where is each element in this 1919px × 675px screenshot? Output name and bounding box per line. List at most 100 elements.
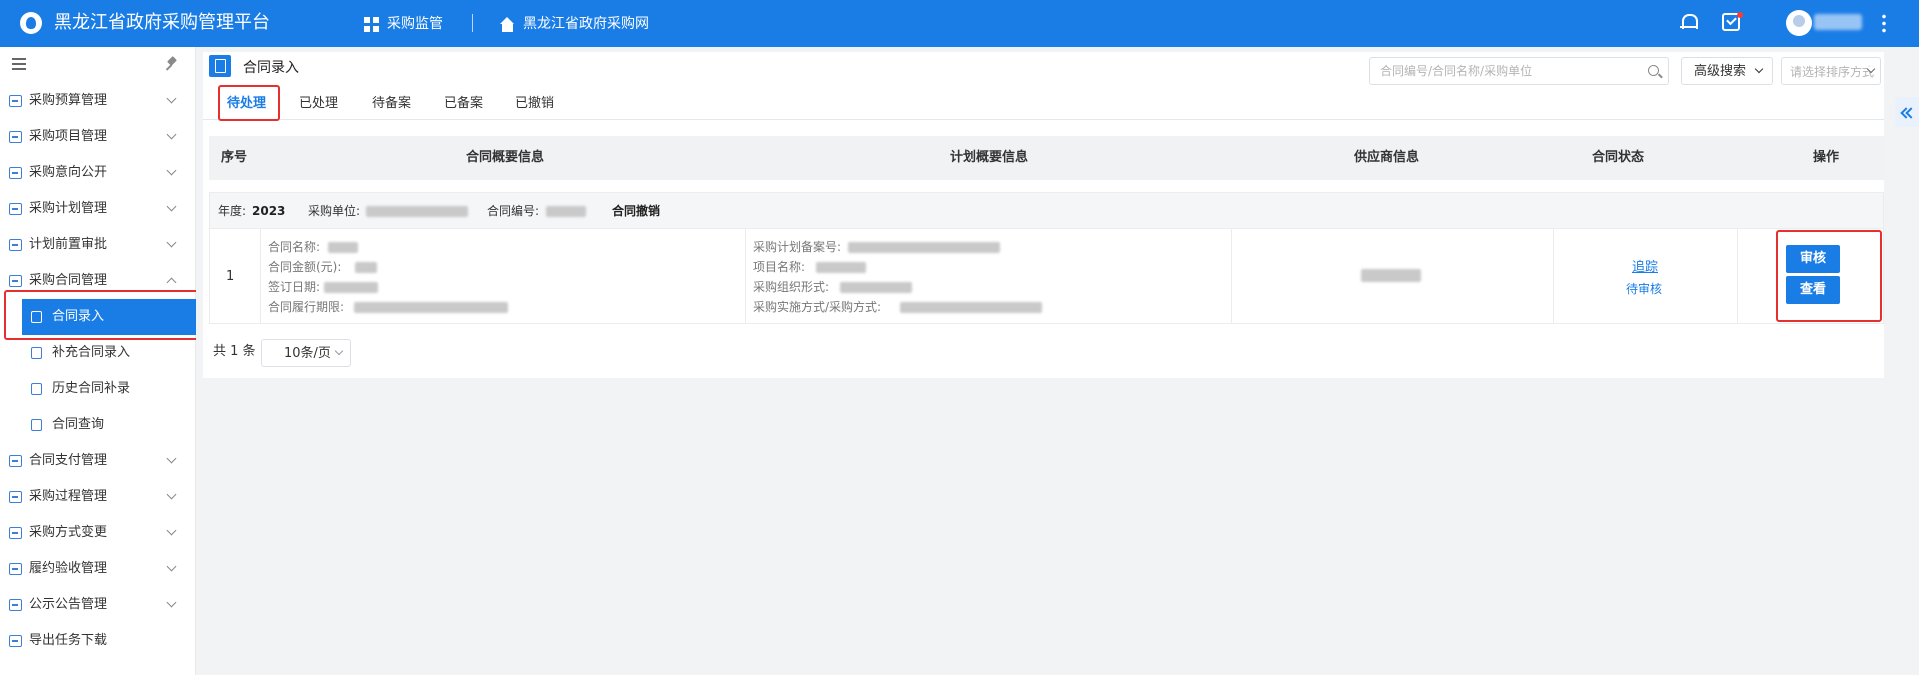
sidebar: 采购预算管理 采购项目管理 采购意向公开 采购计划管理 计划前置审批 采购合同管… — [0, 47, 196, 675]
purchasing-unit-redacted — [366, 206, 468, 217]
chevron-down-icon — [166, 561, 177, 572]
page-size-select[interactable]: 10条/页 — [261, 339, 351, 367]
plan-icon — [9, 203, 22, 215]
sidebar-subitem-history-contract[interactable]: 历史合同补录 — [0, 371, 196, 407]
tab-processed[interactable]: 已处理 — [299, 88, 338, 120]
status-badge: 待审核 — [1626, 282, 1663, 296]
contract-code-redacted — [546, 206, 586, 217]
column-header-index: 序号 — [221, 150, 248, 165]
user-avatar[interactable] — [1786, 10, 1812, 36]
total-count: 共 1 条 — [213, 344, 256, 359]
top-bar: 黑龙江省政府采购管理平台 采购监管 黑龙江省政府采购网 — [0, 0, 1919, 47]
year-value: 2023 — [252, 204, 286, 218]
sidebar-item-intention[interactable]: 采购意向公开 — [0, 155, 196, 191]
signing-date-label: 签订日期: — [268, 280, 321, 294]
pin-icon[interactable] — [166, 57, 178, 71]
sidebar-item-export-download[interactable]: 导出任务下载 — [0, 623, 196, 659]
user-name-redacted[interactable] — [1814, 14, 1862, 30]
review-button[interactable]: 审核 — [1786, 245, 1840, 273]
contract-name-label: 合同名称: — [268, 240, 321, 254]
sort-select[interactable]: 请选择排序方式 — [1781, 57, 1881, 85]
chevron-down-icon — [166, 93, 177, 104]
contract-amount-redacted — [355, 262, 377, 273]
main-content: 合同录入 合同编号/合同名称/采购单位 高级搜索 请选择排序方式 待处理 已处理… — [196, 47, 1919, 675]
menu-toggle-icon[interactable] — [12, 58, 26, 70]
sidebar-item-plan[interactable]: 采购计划管理 — [0, 191, 196, 227]
contract-page-icon — [209, 55, 231, 77]
track-link[interactable]: 追踪 — [1632, 260, 1658, 276]
contract-code-label: 合同编号: — [487, 204, 540, 218]
sidebar-item-announcement[interactable]: 公示公告管理 — [0, 587, 196, 623]
sidebar-subitem-contract-entry[interactable]: 合同录入 — [0, 299, 196, 335]
chevron-down-icon — [166, 453, 177, 464]
chevron-up-icon — [166, 277, 177, 288]
contract-term-redacted — [354, 302, 508, 313]
supplier-info-redacted — [1361, 269, 1421, 282]
sidebar-item-acceptance[interactable]: 履约验收管理 — [0, 551, 196, 587]
sidebar-header — [0, 47, 196, 81]
sidebar-item-process[interactable]: 采购过程管理 — [0, 479, 196, 515]
tab-revoked[interactable]: 已撤销 — [515, 88, 554, 120]
contract-term-label: 合同履行期限: — [268, 300, 345, 314]
sidebar-item-budget[interactable]: 采购预算管理 — [0, 83, 196, 119]
project-icon — [9, 131, 22, 143]
search-icon[interactable] — [1648, 65, 1659, 76]
search-placeholder: 合同编号/合同名称/采购单位 — [1380, 64, 1533, 78]
contract-revoke-link[interactable]: 合同撤销 — [612, 203, 660, 219]
nav-procurement-website[interactable]: 黑龙江省政府采购网 — [500, 14, 649, 34]
procurement-method-redacted — [900, 302, 1042, 313]
sidebar-subitem-contract-query[interactable]: 合同查询 — [0, 407, 196, 443]
procurement-method-label: 采购实施方式/采购方式: — [753, 300, 882, 314]
sidebar-item-contract[interactable]: 采购合同管理 — [0, 263, 196, 299]
announcement-icon — [9, 599, 22, 611]
document-edit-icon — [31, 311, 42, 323]
column-header-contract-status: 合同状态 — [1592, 150, 1645, 165]
nav-procurement-supervision[interactable]: 采购监管 — [364, 14, 443, 34]
sidebar-subitem-supplement-contract[interactable]: 补充合同录入 — [0, 335, 196, 371]
cell-divider — [1737, 229, 1738, 323]
nav-label: 采购监管 — [387, 16, 443, 32]
grid-icon — [364, 16, 379, 32]
process-icon — [9, 491, 22, 503]
sidebar-item-payment[interactable]: 合同支付管理 — [0, 443, 196, 479]
organization-form-label: 采购组织形式: — [753, 280, 830, 294]
project-name-redacted — [816, 262, 866, 273]
column-header-contract-summary: 合同概要信息 — [466, 150, 545, 165]
sidebar-item-project[interactable]: 采购项目管理 — [0, 119, 196, 155]
page-title: 合同录入 — [243, 60, 299, 76]
stamp-icon — [9, 239, 22, 251]
more-vertical-icon[interactable] — [1882, 13, 1886, 33]
change-icon — [9, 527, 22, 539]
platform-logo-icon — [20, 12, 42, 34]
notification-bell-icon[interactable] — [1680, 13, 1698, 31]
contract-icon — [9, 275, 22, 287]
double-chevron-left-icon — [1900, 106, 1914, 118]
column-header-actions: 操作 — [1813, 150, 1840, 165]
contract-amount-label: 合同金额(元): — [268, 260, 342, 274]
chevron-down-icon — [166, 489, 177, 500]
tab-pending[interactable]: 待处理 — [222, 88, 271, 121]
checklist-icon — [9, 563, 22, 575]
chevron-down-icon — [166, 201, 177, 212]
cell-divider — [1553, 229, 1554, 323]
payment-icon — [9, 455, 22, 467]
sidebar-item-pre-approval[interactable]: 计划前置审批 — [0, 227, 196, 263]
advanced-search-button[interactable]: 高级搜索 — [1681, 57, 1773, 85]
row-index: 1 — [226, 269, 235, 284]
panel-collapse-tab[interactable] — [1895, 97, 1919, 127]
plan-filing-number-redacted — [848, 242, 1000, 253]
document-edit-icon — [31, 347, 42, 359]
cell-divider — [745, 229, 746, 323]
tab-pending-filing[interactable]: 待备案 — [372, 88, 411, 120]
app-title: 黑龙江省政府采购管理平台 — [54, 12, 270, 33]
chevron-down-icon — [166, 129, 177, 140]
view-button[interactable]: 查看 — [1786, 276, 1840, 304]
search-input[interactable]: 合同编号/合同名称/采购单位 — [1369, 57, 1669, 85]
export-icon — [9, 635, 22, 647]
tab-filed[interactable]: 已备案 — [444, 88, 483, 120]
document-icon — [9, 167, 22, 179]
search-document-icon — [31, 419, 42, 431]
sidebar-item-method-change[interactable]: 采购方式变更 — [0, 515, 196, 551]
chevron-down-icon — [166, 237, 177, 248]
history-document-icon — [31, 383, 42, 395]
